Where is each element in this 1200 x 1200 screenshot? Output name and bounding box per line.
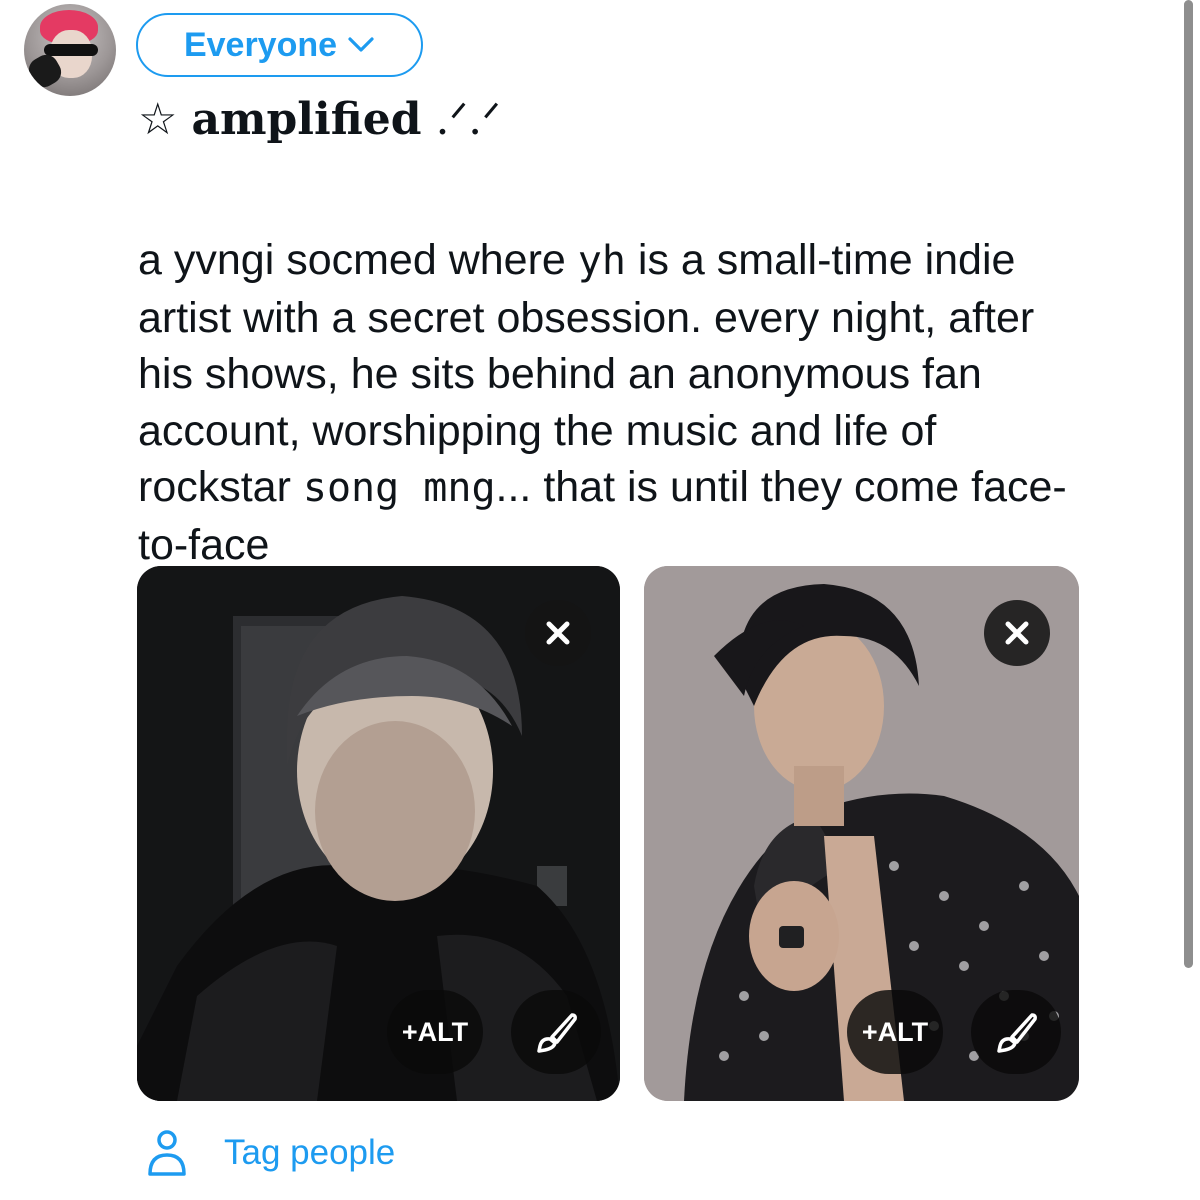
add-alt-text-button[interactable]: +ALT [847, 990, 943, 1074]
post-title-line: ☆ amplified .ᐟ.ᐟ [138, 92, 1178, 150]
tag-people-button[interactable]: Tag people [146, 1128, 395, 1178]
post-title-decoration: .ᐟ.ᐟ [435, 94, 501, 145]
post-body-line: artist with a secret obsession. every ni… [138, 293, 1035, 342]
text-run: is a small-time indie [625, 236, 1016, 284]
mono-text-run: yh [577, 238, 626, 284]
avatar-sunglasses [44, 44, 98, 56]
post-body-line: rockstar song mng... that is until they … [138, 459, 1178, 517]
star-symbol: ☆ [138, 94, 178, 145]
text-run: rockstar [138, 463, 303, 511]
edit-media-button[interactable] [511, 990, 601, 1074]
remove-media-button[interactable] [984, 600, 1050, 666]
post-body-line: his shows, he sits behind an anonymous f… [138, 350, 982, 398]
media-attachment-1[interactable]: +ALT [137, 566, 620, 1101]
edit-media-button[interactable] [971, 990, 1061, 1074]
close-icon [546, 621, 570, 645]
post-title-word: amplified [191, 94, 422, 145]
post-body-line: to-face [138, 520, 270, 569]
brush-icon [537, 1013, 577, 1053]
add-alt-text-button[interactable]: +ALT [387, 990, 483, 1074]
media-attachment-2[interactable]: +ALT [644, 566, 1079, 1101]
avatar[interactable] [24, 4, 116, 96]
mono-text-run: song mng [302, 465, 496, 511]
scrollbar[interactable] [1184, 0, 1193, 968]
audience-label: Everyone [183, 25, 338, 64]
chevron-down-icon [348, 37, 374, 52]
text-run: ... that is until they come face- [495, 463, 1067, 511]
audience-selector-button[interactable]: Everyone [136, 13, 423, 77]
post-body-line: account, worshipping the music and life … [138, 406, 937, 455]
tag-people-label: Tag people [224, 1133, 396, 1172]
person-icon [148, 1130, 186, 1176]
post-body-line: a yvngi socmed where yh is a small-time … [138, 232, 1178, 290]
text-run: a yvngi socmed where [138, 236, 578, 284]
close-icon [1005, 621, 1029, 645]
brush-icon [997, 1013, 1037, 1053]
remove-media-button[interactable] [525, 600, 591, 666]
post-text-area[interactable]: ☆ amplified .ᐟ.ᐟ a yvngi socmed where yh… [138, 92, 1178, 573]
